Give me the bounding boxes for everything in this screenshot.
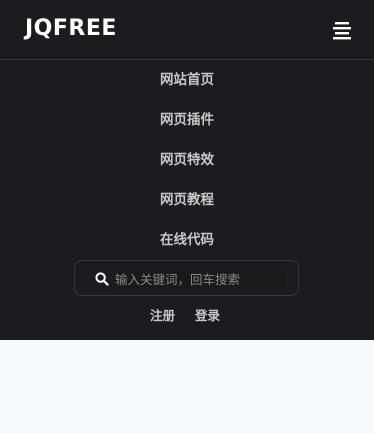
- nav-item-plugins[interactable]: 网页插件: [0, 110, 374, 130]
- site-logo[interactable]: JQFREE: [25, 14, 117, 44]
- nav-item-effects[interactable]: 网页特效: [0, 150, 374, 170]
- mobile-nav-panel: 网站首页 网页插件 网页特效 网页教程 在线代码 注册 登录: [0, 60, 374, 340]
- site-header: JQFREE: [0, 0, 374, 60]
- register-link[interactable]: 注册: [150, 306, 175, 326]
- search-icon[interactable]: [95, 271, 109, 286]
- hamburger-menu-icon[interactable]: [330, 20, 354, 40]
- login-link[interactable]: 登录: [195, 306, 220, 326]
- search-box: [74, 260, 299, 296]
- nav-item-home[interactable]: 网站首页: [0, 70, 374, 90]
- nav-item-online-code[interactable]: 在线代码: [0, 230, 374, 250]
- search-input[interactable]: [115, 269, 285, 289]
- nav-item-tutorials[interactable]: 网页教程: [0, 190, 374, 210]
